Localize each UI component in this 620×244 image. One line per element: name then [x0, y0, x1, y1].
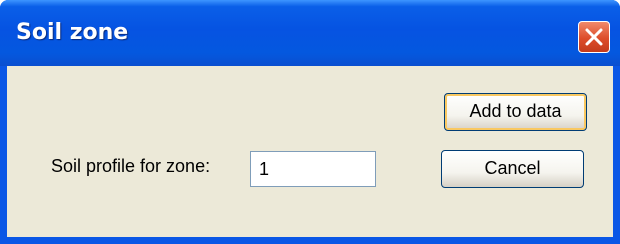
- soil-profile-input[interactable]: [250, 151, 376, 187]
- soil-profile-label: Soil profile for zone:: [51, 156, 211, 176]
- dialog-window: Soil zone Soil profile for zone: Add to …: [0, 0, 620, 244]
- dialog-title: Soil zone: [16, 20, 129, 45]
- add-to-data-button[interactable]: Add to data: [444, 93, 587, 131]
- dialog-body: Soil profile for zone: Add to data Cance…: [7, 66, 613, 237]
- cancel-button[interactable]: Cancel: [441, 150, 584, 188]
- title-bar[interactable]: Soil zone: [0, 0, 620, 66]
- close-button[interactable]: [578, 21, 610, 53]
